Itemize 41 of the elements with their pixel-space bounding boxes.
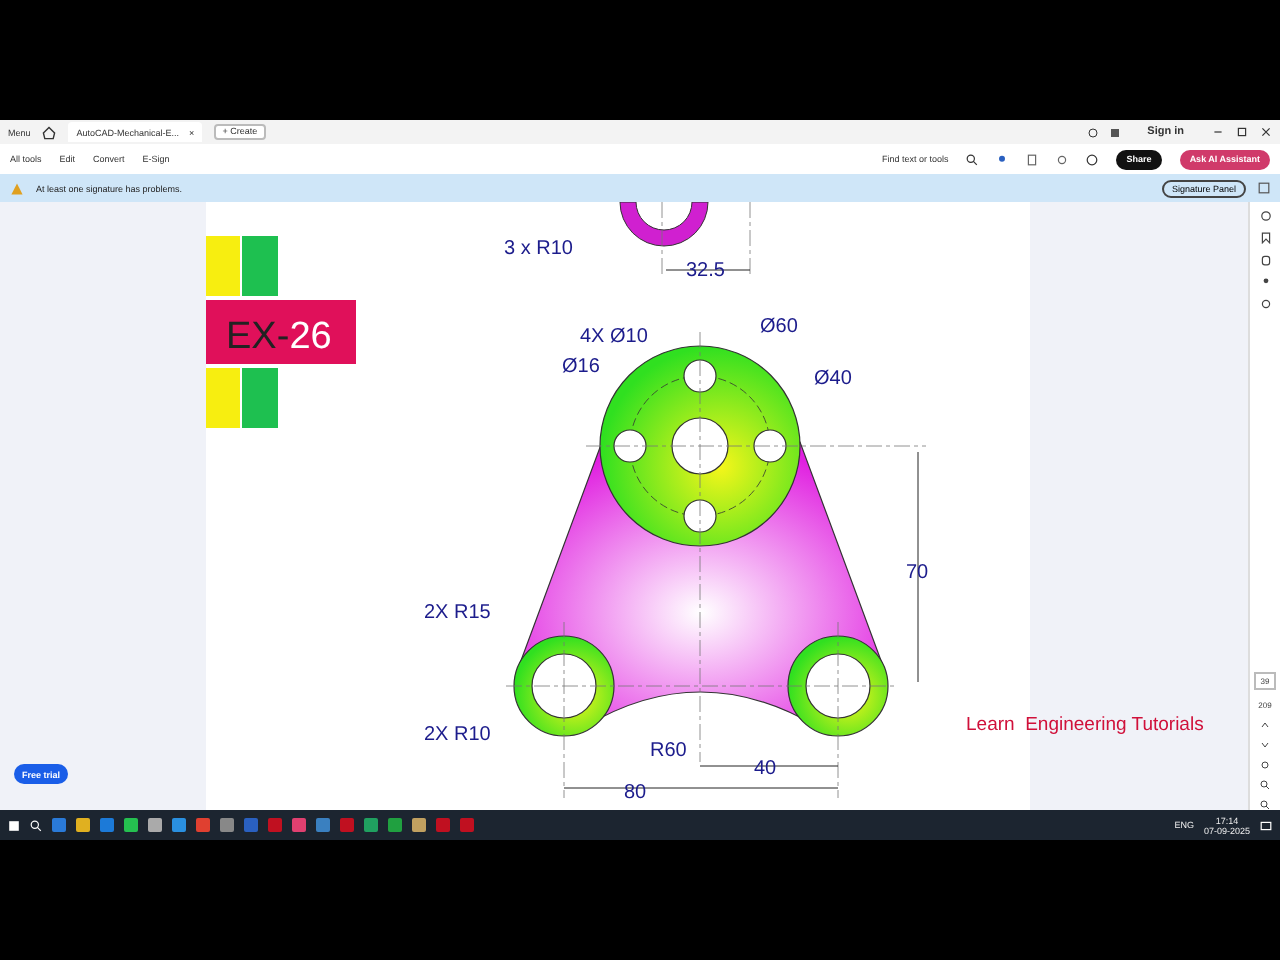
notification-icon[interactable] (1260, 819, 1272, 831)
hole-circle (683, 359, 717, 393)
decor-block (206, 236, 240, 296)
chevron-up-icon[interactable] (1260, 720, 1270, 730)
minimize-icon[interactable] (1212, 126, 1224, 138)
hole-circle (531, 653, 597, 719)
dimension-text: Ø16 (562, 356, 600, 378)
hole-circle (683, 499, 717, 533)
zoom-out-icon[interactable] (1260, 800, 1270, 810)
exercise-label: EX-26 (206, 300, 356, 364)
home-icon[interactable] (42, 125, 57, 139)
dimension-text: 2X R15 (424, 602, 491, 624)
search-icon[interactable] (966, 153, 979, 165)
windows-start-icon[interactable] (8, 819, 20, 831)
dimension-text: 4X Ø10 (580, 326, 648, 348)
page-icon[interactable] (1026, 153, 1039, 165)
top-ring-drawing (619, 202, 709, 247)
decor-block (206, 368, 240, 428)
dimension-text: R60 (650, 740, 687, 762)
close-icon[interactable] (1260, 126, 1272, 138)
hole-circle (805, 653, 871, 719)
decor-block (242, 368, 278, 428)
hole-circle (613, 429, 647, 463)
chevron-down-icon[interactable] (1260, 740, 1270, 750)
zoom-in-icon[interactable] (1260, 780, 1270, 790)
hole-circle (753, 429, 787, 463)
panel-icon[interactable] (1258, 182, 1270, 194)
dimension-text: 32.5 (686, 260, 725, 282)
dimension-text: 3 x R10 (504, 238, 573, 260)
dimension-text: Ø40 (814, 368, 852, 390)
decor-block (242, 236, 278, 296)
bookmark-icon[interactable] (1259, 232, 1271, 244)
watermark-caption: Learn Engineering Tutorials (966, 714, 1204, 736)
dimension-text: 80 (624, 782, 647, 804)
dimension-text: Ø60 (760, 316, 798, 338)
dimension-text: 40 (754, 758, 777, 780)
dimension-text: 2X R10 (424, 724, 491, 746)
maximize-icon[interactable] (1236, 126, 1248, 138)
dimension-text: 70 (906, 562, 929, 584)
hole-circle (671, 417, 729, 475)
pitch-circle (629, 375, 771, 517)
